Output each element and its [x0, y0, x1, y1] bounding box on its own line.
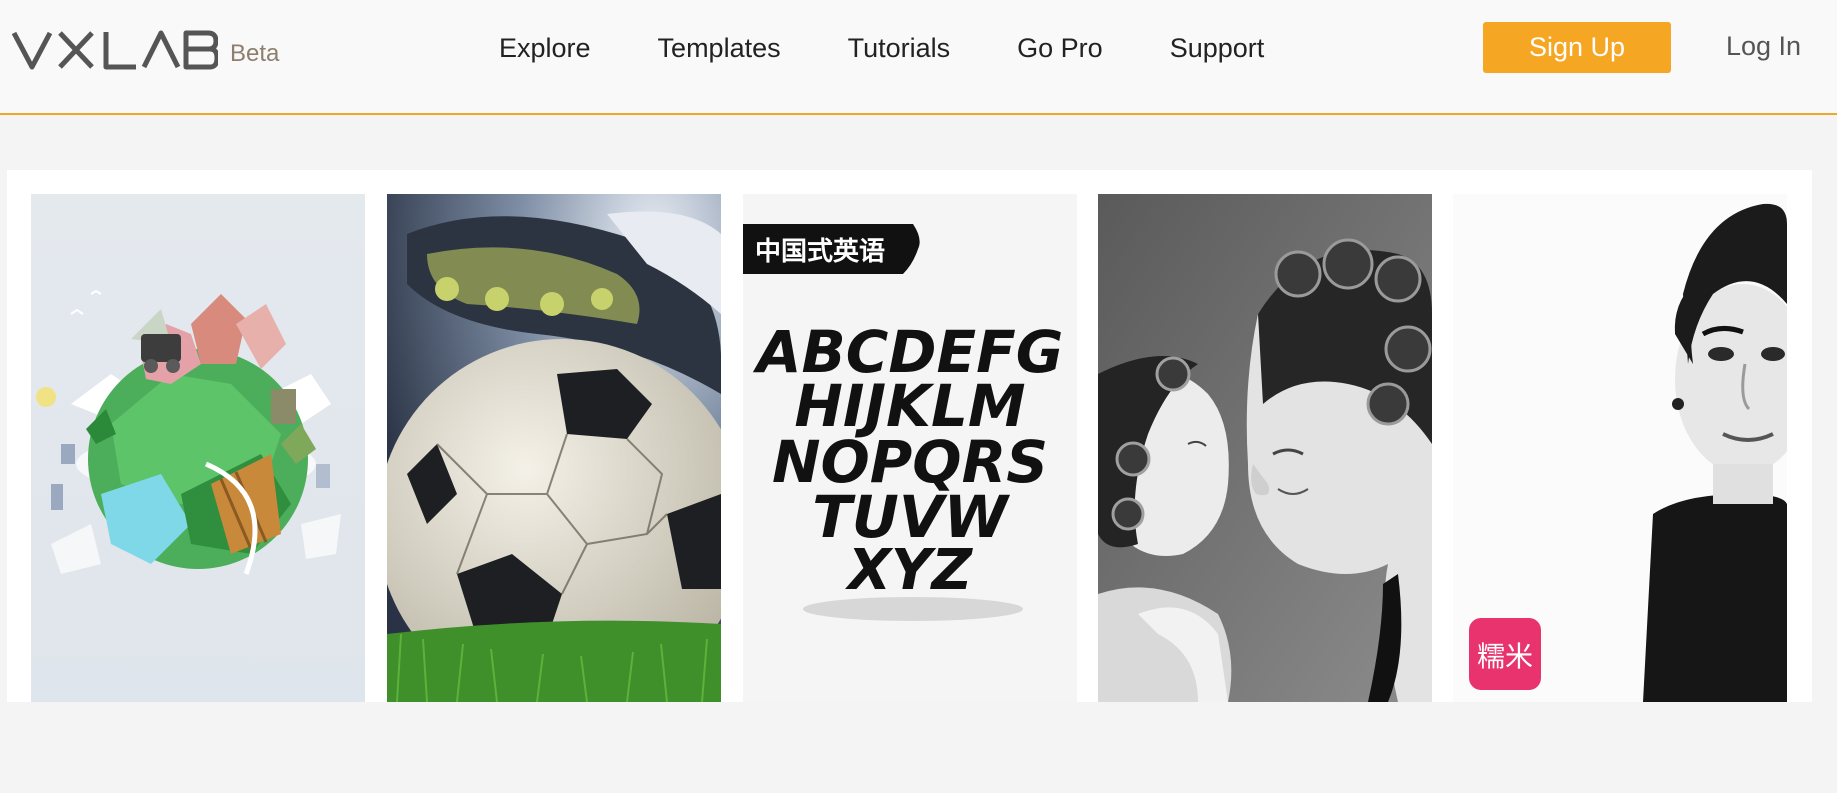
mother-daughter-image [1098, 194, 1432, 702]
template-card-planet[interactable] [31, 194, 365, 702]
brand-badge-text: 糯米 [1477, 640, 1533, 673]
template-card-alphabet[interactable]: 中国式英语 ABCDEFG HIJKLM NOPQRS TUVW XYZ [743, 194, 1077, 702]
soccer-ball-image [387, 194, 721, 702]
brush-alphabet-image: 中国式英语 ABCDEFG HIJKLM NOPQRS TUVW XYZ [743, 194, 1077, 702]
chinese-badge-text: 中国式英语 [755, 237, 885, 267]
log-in-link[interactable]: Log In [1726, 28, 1801, 64]
vxlab-logo[interactable]: Beta [12, 26, 279, 70]
nav-templates[interactable]: Templates [658, 30, 781, 66]
portrait-image: 糯米 [1453, 194, 1787, 702]
site-header: Beta Explore Templates Tutorials Go Pro … [0, 0, 1837, 115]
template-card-photo[interactable] [1098, 194, 1432, 702]
nav-go-pro[interactable]: Go Pro [1017, 30, 1103, 66]
nav-tutorials[interactable]: Tutorials [848, 30, 951, 66]
main-nav: Explore Templates Tutorials Go Pro Suppo… [499, 30, 1264, 66]
alphabet-line-5: XYZ [845, 538, 974, 603]
template-card-soccer[interactable] [387, 194, 721, 702]
sign-up-button[interactable]: Sign Up [1483, 22, 1671, 73]
template-card-portrait[interactable]: 糯米 [1453, 194, 1787, 702]
nav-support[interactable]: Support [1170, 30, 1265, 66]
beta-label: Beta [230, 40, 280, 67]
vxlab-logo-mark [12, 30, 218, 70]
nav-explore[interactable]: Explore [499, 30, 591, 66]
template-gallery: 中国式英语 ABCDEFG HIJKLM NOPQRS TUVW XYZ 糯米 [7, 170, 1812, 702]
low-poly-planet-image [31, 194, 365, 702]
